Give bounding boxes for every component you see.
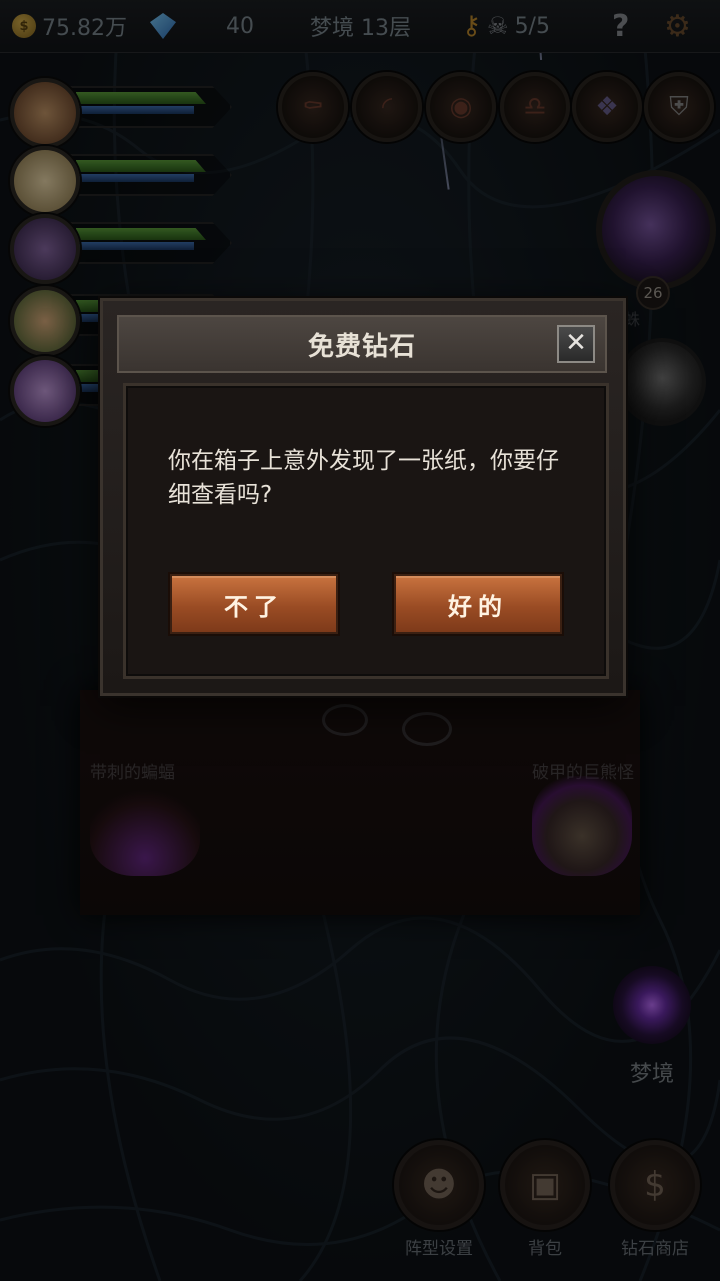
accept-label: 好的 [448,592,508,621]
dialog-body: 你在箱子上意外发现了一张纸，你要仔细查看吗? 不了 好的 [123,383,609,679]
accept-button[interactable]: 好的 [394,574,562,634]
decline-button[interactable]: 不了 [170,574,338,634]
dialog-message: 你在箱子上意外发现了一张纸，你要仔细查看吗? [168,448,559,508]
close-icon[interactable]: ✕ [557,325,595,363]
decline-label: 不了 [224,592,284,621]
free-diamond-dialog: 免费钻石 ✕ 你在箱子上意外发现了一张纸，你要仔细查看吗? 不了 好的 [100,298,626,696]
dialog-header: 免费钻石 ✕ [117,315,607,373]
dialog-title: 免费钻石 [307,331,416,362]
